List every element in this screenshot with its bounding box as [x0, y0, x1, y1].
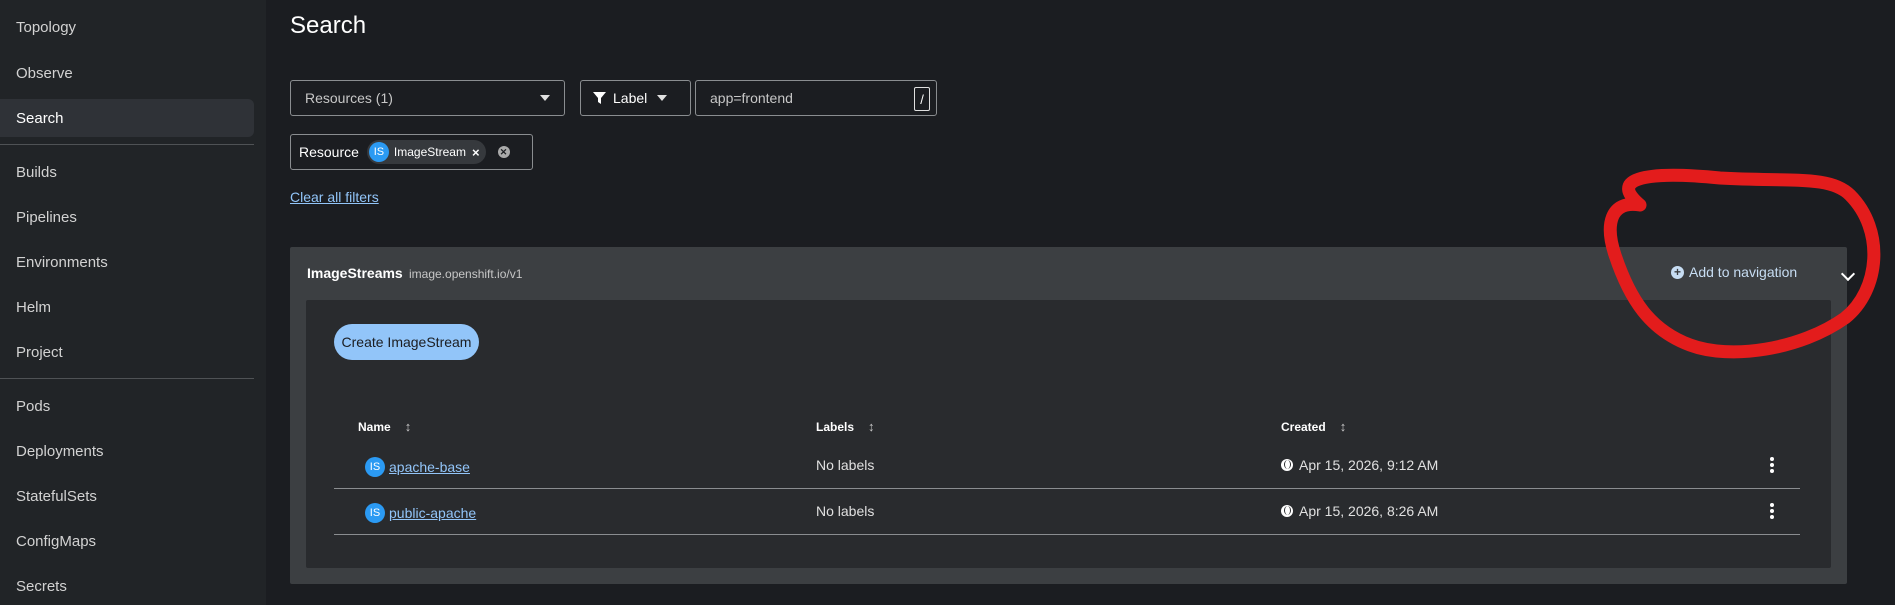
create-imagestream-button[interactable]: Create ImageStream — [334, 324, 479, 360]
keyboard-shortcut-hint: / — [914, 87, 930, 111]
panel-api-version: image.openshift.io/v1 — [409, 267, 523, 281]
column-header-labels[interactable]: Labels ↕ — [816, 419, 875, 434]
column-header-labels-label: Labels — [816, 419, 855, 434]
sidebar-item-pods[interactable]: Pods — [0, 387, 254, 425]
imagestream-badge-icon: IS — [365, 503, 385, 523]
table-row: IS public-apache No labels Apr 15, 2026,… — [334, 489, 1800, 535]
imagestreams-panel: ImageStreams image.openshift.io/v1 + Add… — [290, 247, 1856, 584]
label-filter-button[interactable]: Label — [580, 80, 691, 116]
column-header-name[interactable]: Name ↕ — [358, 419, 411, 434]
sort-icon: ↕ — [1339, 419, 1347, 434]
sidebar-item-deployments[interactable]: Deployments — [0, 432, 254, 470]
globe-icon — [1281, 459, 1293, 471]
created-cell: Apr 15, 2026, 9:12 AM — [1281, 457, 1438, 473]
sidebar-item-helm[interactable]: Helm — [0, 288, 254, 326]
resource-chip-group: Resource IS ImageStream × ✕ — [290, 134, 533, 170]
main-content: Search Resources (1) Label app=frontend … — [266, 0, 1895, 605]
clear-all-filters-link[interactable]: Clear all filters — [290, 189, 379, 205]
sidebar-item-configmaps[interactable]: ConfigMaps — [0, 522, 254, 560]
plus-circle-icon: + — [1671, 265, 1684, 279]
column-header-created-label: Created — [1281, 419, 1326, 434]
imagestream-name-link[interactable]: public-apache — [389, 505, 476, 521]
created-cell: Apr 15, 2026, 8:26 AM — [1281, 503, 1438, 519]
label-search-value: app=frontend — [710, 90, 793, 106]
resource-chip: IS ImageStream × — [366, 140, 486, 164]
clear-chip-group-icon[interactable]: ✕ — [497, 146, 510, 158]
sidebar: Topology Observe Search Builds Pipelines… — [0, 0, 266, 605]
add-to-navigation-button[interactable]: + Add to navigation — [1671, 264, 1797, 280]
sidebar-item-topology[interactable]: Topology — [0, 8, 254, 46]
labels-cell: No labels — [816, 457, 875, 473]
sort-icon: ↕ — [868, 419, 875, 434]
panel-body: Create ImageStream Name ↕ Labels ↕ Creat… — [306, 300, 1831, 568]
sidebar-item-pipelines[interactable]: Pipelines — [0, 198, 254, 236]
sidebar-divider — [0, 144, 254, 145]
created-timestamp: Apr 15, 2026, 9:12 AM — [1299, 457, 1439, 473]
sidebar-item-statefulsets[interactable]: StatefulSets — [0, 477, 254, 515]
resources-select[interactable]: Resources (1) — [290, 80, 565, 116]
sidebar-item-builds[interactable]: Builds — [0, 153, 254, 191]
sort-icon: ↕ — [404, 419, 412, 434]
label-filter-label: Label — [613, 90, 648, 106]
caret-down-icon — [540, 95, 550, 101]
chip-group-label: Resource — [299, 144, 359, 160]
name-cell: IS apache-base — [365, 457, 470, 477]
page-title: Search — [290, 12, 367, 39]
label-search-input[interactable]: app=frontend / — [695, 80, 937, 116]
imagestream-badge-icon: IS — [365, 457, 385, 477]
kebab-menu-icon[interactable] — [1770, 455, 1774, 475]
filter-icon — [593, 91, 606, 104]
chevron-down-icon[interactable] — [1840, 266, 1856, 282]
imagestream-badge-icon: IS — [368, 142, 389, 162]
imagestream-name-link[interactable]: apache-base — [389, 459, 470, 475]
sidebar-item-search[interactable]: Search — [0, 99, 254, 137]
sidebar-item-observe[interactable]: Observe — [0, 54, 254, 92]
add-to-navigation-label: Add to navigation — [1689, 264, 1798, 280]
sidebar-divider — [0, 378, 254, 379]
sidebar-item-project[interactable]: Project — [0, 333, 254, 371]
column-header-created[interactable]: Created ↕ — [1281, 419, 1346, 434]
column-header-name-label: Name — [358, 419, 391, 434]
globe-icon — [1281, 505, 1293, 517]
name-cell: IS public-apache — [365, 503, 476, 523]
caret-down-icon — [657, 95, 668, 101]
chip-label: ImageStream — [393, 145, 466, 159]
chip-remove-icon[interactable]: × — [472, 145, 480, 160]
kebab-menu-icon[interactable] — [1770, 501, 1774, 521]
resources-select-label: Resources (1) — [305, 90, 393, 106]
labels-cell: No labels — [816, 503, 875, 519]
created-timestamp: Apr 15, 2026, 8:26 AM — [1299, 503, 1439, 519]
sidebar-item-secrets[interactable]: Secrets — [0, 567, 254, 605]
sidebar-item-environments[interactable]: Environments — [0, 243, 254, 281]
panel-title: ImageStreams — [307, 265, 403, 281]
table-row: IS apache-base No labels Apr 15, 2026, 9… — [334, 443, 1800, 489]
